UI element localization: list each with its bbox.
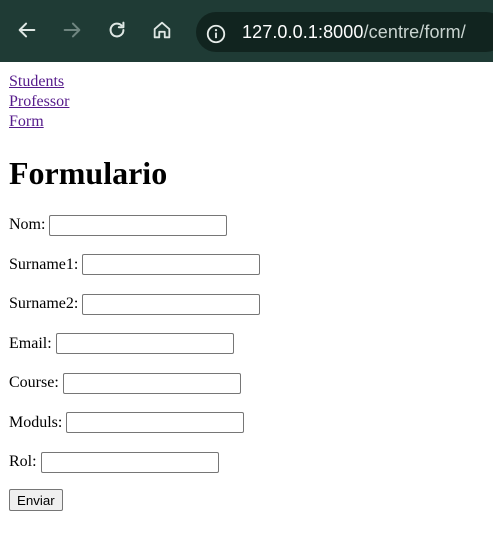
surname1-label: Surname1:	[9, 255, 79, 273]
email-input[interactable]	[55, 333, 234, 354]
reload-button[interactable]	[104, 17, 130, 43]
forward-icon	[63, 22, 81, 38]
form-row-moduls: Moduls:	[9, 412, 260, 434]
course-label: Course:	[9, 374, 59, 391]
home-button[interactable]	[149, 17, 175, 43]
email-label: Email:	[9, 334, 52, 352]
url-text[interactable]: 127.0.0.1:8000/centre/form/	[242, 22, 466, 43]
surname2-input[interactable]	[82, 293, 261, 315]
site-info-icon	[206, 24, 226, 44]
url-path: /centre/form/	[363, 22, 466, 42]
moduls-label: Moduls:	[9, 413, 63, 431]
form-row-rol: Rol:	[9, 451, 260, 473]
site-info-button[interactable]	[202, 20, 230, 48]
back-icon	[18, 22, 36, 38]
nav-links: Students Professor Form	[9, 72, 493, 132]
form: Nom: Surname1: Surname2: Email: Course: …	[9, 214, 261, 491]
rol-label: Rol:	[9, 453, 37, 470]
form-row-surname2: Surname2:	[9, 293, 261, 315]
link-students[interactable]: Students	[9, 72, 493, 92]
surname2-label: Surname2:	[9, 295, 79, 312]
forward-button[interactable]	[59, 17, 85, 43]
form-row-surname1: Surname1:	[9, 254, 261, 276]
page-title: Formulario	[9, 155, 168, 191]
nom-label: Nom:	[9, 216, 46, 233]
nom-input[interactable]	[49, 214, 228, 236]
url-host: 127.0.0.1:8000	[242, 22, 364, 42]
surname1-input[interactable]	[82, 254, 261, 275]
submit-button[interactable]: Enviar	[9, 489, 63, 511]
browser-toolbar: 127.0.0.1:8000/centre/form/	[0, 0, 493, 62]
course-input[interactable]	[62, 372, 241, 394]
rol-input[interactable]	[40, 451, 219, 473]
home-icon	[153, 21, 171, 39]
moduls-input[interactable]	[66, 412, 245, 433]
form-row-email: Email:	[9, 333, 260, 355]
link-form[interactable]: Form	[9, 112, 493, 132]
back-button[interactable]	[14, 17, 40, 43]
link-professor[interactable]: Professor	[9, 92, 493, 112]
form-row-course: Course:	[9, 372, 260, 394]
page-content: Students Professor Form Formulario Nom: …	[9, 72, 493, 511]
reload-icon	[109, 21, 125, 38]
form-row-nom: Nom:	[9, 214, 260, 236]
